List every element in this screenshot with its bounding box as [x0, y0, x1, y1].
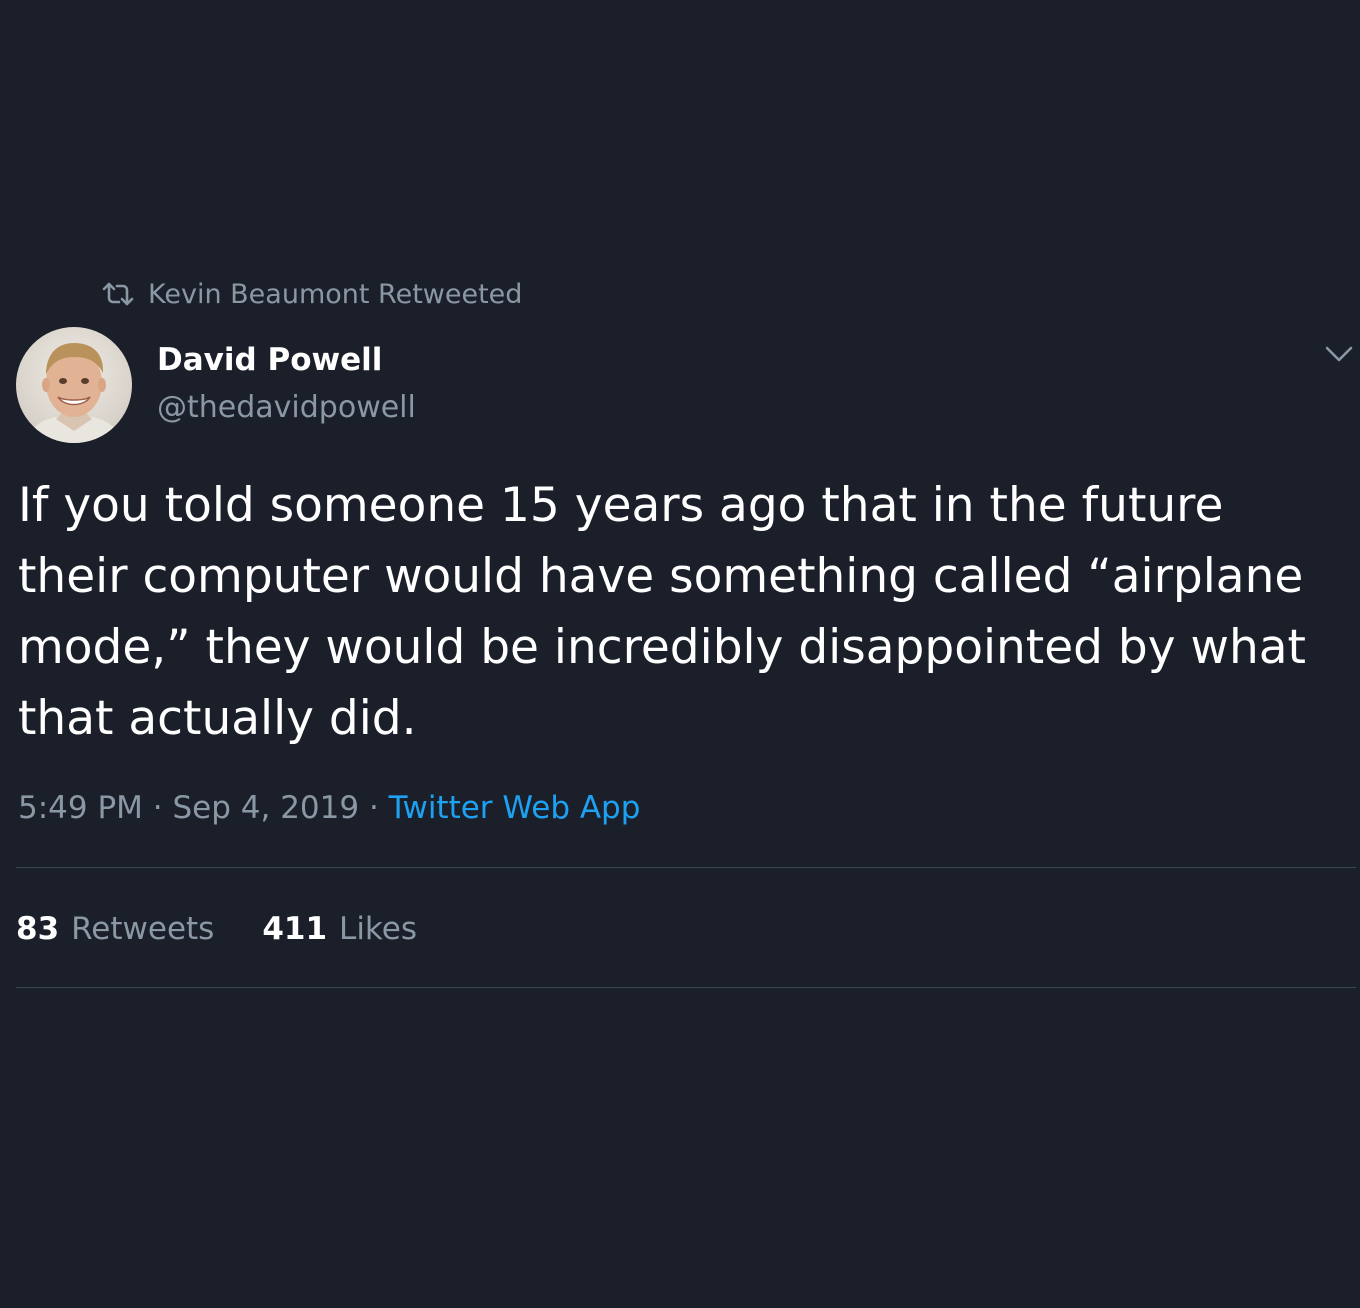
retweets-label: Retweets	[71, 911, 215, 947]
tweet-text: If you told someone 15 years ago that in…	[18, 470, 1348, 754]
tweet-text-line: If you told someone 15 years ago that in…	[18, 478, 1224, 533]
meta-separator: ·	[359, 790, 389, 826]
tweet-source-link[interactable]: Twitter Web App	[389, 790, 641, 826]
chevron-down-icon[interactable]	[1322, 340, 1356, 368]
tweet-time[interactable]: 5:49 PM	[18, 790, 143, 826]
divider	[16, 987, 1356, 988]
retweet-icon	[102, 281, 134, 307]
retweets-count: 83	[16, 911, 60, 947]
author-handle[interactable]: @thedavidpowell	[157, 390, 416, 425]
likes-label: Likes	[339, 911, 418, 947]
tweet-text-line: that actually did.	[18, 691, 417, 746]
divider	[16, 867, 1356, 868]
tweet-stats: 83 Retweets 411 Likes	[16, 911, 417, 947]
retweet-context-label[interactable]: Kevin Beaumont Retweeted	[148, 279, 522, 310]
tweet-meta: 5:49 PM · Sep 4, 2019 · Twitter Web App	[18, 790, 640, 826]
author-display-name[interactable]: David Powell	[157, 342, 382, 378]
tweet-text-line: their computer would have something call…	[18, 549, 1304, 604]
tweet-date[interactable]: Sep 4, 2019	[172, 790, 359, 826]
avatar-photo	[16, 327, 132, 443]
retweet-context: Kevin Beaumont Retweeted	[102, 276, 522, 312]
tweet-text-line: mode,” they would be incredibly disappoi…	[18, 620, 1306, 675]
retweets-stat[interactable]: 83 Retweets	[16, 911, 214, 947]
meta-separator: ·	[142, 790, 173, 826]
avatar[interactable]	[16, 327, 132, 443]
likes-stat[interactable]: 411 Likes	[262, 911, 417, 947]
likes-count: 411	[262, 911, 328, 947]
